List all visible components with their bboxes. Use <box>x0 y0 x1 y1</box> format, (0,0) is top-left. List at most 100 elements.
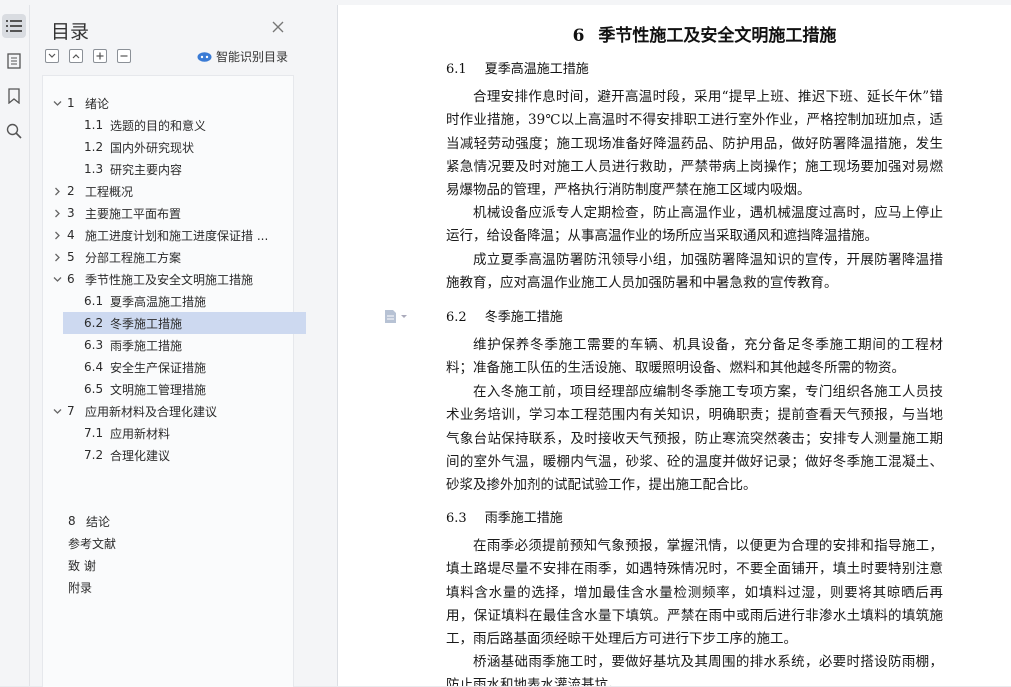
chapter-number: 6 <box>572 26 585 46</box>
paragraph: 合理安排作息时间，避开高温时段，采用“提早上班、推迟下班、延长午休”错时作业措施… <box>446 89 943 199</box>
toc-item-label: 参考文献 <box>68 536 117 551</box>
chevron-down-icon[interactable] <box>53 275 62 284</box>
toc-item[interactable]: 5 分部工程施工方案 <box>67 246 181 268</box>
toc-item[interactable]: 1.2 国内外研究现状 <box>84 136 194 158</box>
toc-title: 目录 <box>51 21 90 43</box>
section-title: 夏季高温施工措施 <box>484 62 589 77</box>
toc-item-label: 研究主要内容 <box>110 162 183 177</box>
toc-item-label: 主要施工平面布置 <box>85 206 182 221</box>
chevron-down-icon[interactable] <box>53 99 62 108</box>
chevron-down-icon <box>48 53 56 58</box>
toc-item-number: 6.5 <box>84 382 104 396</box>
toc-item-number: 7.1 <box>84 426 104 440</box>
toc-item-number: 1.3 <box>84 162 104 176</box>
find-button[interactable] <box>2 119 26 143</box>
section-number: 6.1 <box>446 62 467 77</box>
toc-item[interactable]: 6 季节性施工及安全文明施工措施 <box>67 268 253 290</box>
toc-item[interactable]: 1.1 选题的目的和意义 <box>84 114 206 136</box>
document-page: 6 季节性施工及安全文明施工措施 6.1 夏季高温施工措施 合理安排作息时间，避开高… <box>338 5 1011 686</box>
toc-item-number: 1.1 <box>84 118 104 132</box>
toc-item[interactable]: 7 应用新材料及合理化建议 <box>67 400 217 422</box>
chevron-right-icon[interactable] <box>53 187 62 196</box>
toc-item-number: 1 <box>67 96 75 110</box>
collapse-all-button[interactable] <box>69 49 83 63</box>
toc-item[interactable]: 7.1 应用新材料 <box>84 422 170 444</box>
expand-all-button[interactable] <box>45 49 59 63</box>
toc-item-number: 7.2 <box>84 448 104 462</box>
toc-item-number: 6.3 <box>84 338 104 352</box>
toc-item-label: 施工进度计划和施工进度保证措 ... <box>85 228 269 243</box>
paragraph: 桥涵基础雨季施工时，要做好基坑及其周围的排水系统，必要时搭设防雨棚，防止雨水和地… <box>446 654 943 686</box>
section-number: 6.2 <box>446 310 467 325</box>
toc-panel: 目录 智能识别目录 1 绪论 1.1 选题的目的和意义 1.2 国内外研究现状 1.3 研究主… <box>30 5 338 687</box>
toc-item-label: 安全生产保证措施 <box>110 360 207 375</box>
chevron-right-icon[interactable] <box>53 231 62 240</box>
toc-item[interactable]: 4 施工进度计划和施工进度保证措 ... <box>67 224 268 246</box>
bookmark-button[interactable] <box>2 84 26 108</box>
close-icon[interactable] <box>271 20 285 34</box>
toc-item[interactable]: 6.5 文明施工管理措施 <box>84 378 206 400</box>
chevron-down-icon[interactable] <box>53 407 62 416</box>
add-heading-button[interactable] <box>93 49 107 63</box>
toc-item-number: 8 <box>68 514 76 528</box>
section-6-1-heading: 6.1 夏季高温施工措施 <box>446 58 589 77</box>
toc-item[interactable]: 致 谢 <box>68 554 96 576</box>
toc-item-label: 雨季施工措施 <box>110 338 183 353</box>
toc-item-label: 应用新材料 <box>110 426 171 441</box>
section-6-3-heading: 6.3 雨季施工措施 <box>446 507 563 526</box>
paragraph: 维护保养冬季施工需要的车辆、机具设备，充分备足冬季施工期间的工程材料；准备施工队… <box>446 337 943 377</box>
chapter-title: 季节性施工及安全文明施工措施 <box>598 26 837 46</box>
smart-toc-label: 智能识别目录 <box>216 50 289 64</box>
chevron-right-icon[interactable] <box>53 253 62 262</box>
toc-item-number: 6 <box>67 272 75 286</box>
remove-heading-button[interactable] <box>117 49 131 63</box>
toc-item[interactable]: 6.3 雨季施工措施 <box>84 334 182 356</box>
toc-item-label: 工程概况 <box>85 184 134 199</box>
toc-list-icon <box>6 20 22 32</box>
search-icon <box>6 123 22 139</box>
toc-item-label: 附录 <box>68 580 93 595</box>
toc-item[interactable]: 1 绪论 <box>67 92 109 114</box>
toc-item-number: 2 <box>67 184 75 198</box>
section-title: 冬季施工措施 <box>484 310 563 325</box>
smart-toc-button[interactable]: 智能识别目录 <box>197 48 288 65</box>
toc-item[interactable]: 附录 <box>68 576 92 598</box>
paragraph-doc-icon <box>385 310 396 323</box>
cloud-ai-icon <box>197 52 212 62</box>
toc-item-label: 应用新材料及合理化建议 <box>85 404 218 419</box>
toc-toggle-button[interactable] <box>2 14 26 38</box>
toc-item-label: 分部工程施工方案 <box>85 250 182 265</box>
section-number: 6.3 <box>446 511 467 526</box>
toc-item-label: 夏季高温施工措施 <box>110 294 207 309</box>
minus-icon <box>120 55 128 57</box>
toc-item[interactable]: 6.4 安全生产保证措施 <box>84 356 206 378</box>
paragraph: 在雨季必须提前预知气象预报，掌握汛情，以便更为合理的安排和指导施工，填土路堤尽量… <box>446 538 943 648</box>
toc-item[interactable]: 6.1 夏季高温施工措施 <box>84 290 206 312</box>
toc-item[interactable]: 6.2 冬季施工措施 <box>63 312 306 334</box>
toc-item[interactable]: 参考文献 <box>68 532 116 554</box>
toc-item[interactable]: 1.3 研究主要内容 <box>84 158 182 180</box>
toc-item-label: 致 谢 <box>68 558 96 573</box>
toc-item-number: 1.2 <box>84 140 104 154</box>
toc-item-number: 3 <box>67 206 75 220</box>
toc-item[interactable]: 8 结论 <box>68 510 110 532</box>
chevron-right-icon[interactable] <box>53 209 62 218</box>
toc-item-number: 6.2 <box>84 316 104 330</box>
chapter-heading: 6 季节性施工及安全文明施工措施 <box>338 21 1011 46</box>
paragraph: 成立夏季高温防署防汛领导小组，加强防署降温知识的宣传，开展防署降温措施教育，应对… <box>446 252 943 292</box>
toc-item[interactable]: 2 工程概况 <box>67 180 133 202</box>
toc-item[interactable]: 3 主要施工平面布置 <box>67 202 181 224</box>
plus-icon <box>96 52 104 60</box>
toc-item-label: 国内外研究现状 <box>110 140 195 155</box>
toc-item-number: 5 <box>67 250 75 264</box>
paragraph: 在入冬施工前，项目经理部应编制冬季施工专项方案，专门组织各施工人员技术业务培训，… <box>446 384 943 494</box>
toc-item[interactable]: 7.2 合理化建议 <box>84 444 170 466</box>
outline-button[interactable] <box>2 49 26 73</box>
toc-item-number: 7 <box>67 404 75 418</box>
toc-item-label: 季节性施工及安全文明施工措施 <box>85 272 254 287</box>
section-title: 雨季施工措施 <box>484 511 563 526</box>
toc-item-label: 绪论 <box>85 96 110 111</box>
paragraph-menu-button[interactable] <box>384 309 408 324</box>
section-6-2-heading: 6.2 冬季施工措施 <box>446 306 563 325</box>
left-icon-rail <box>0 5 30 686</box>
